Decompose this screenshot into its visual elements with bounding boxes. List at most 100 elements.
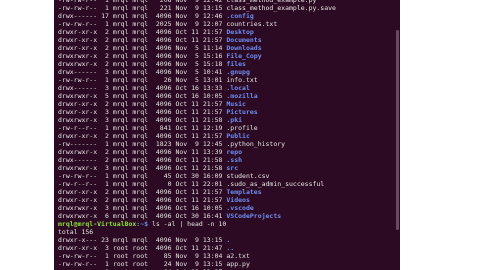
day: 9 (191, 140, 199, 148)
directory-name: Desktop (226, 28, 254, 36)
day: 11 (191, 244, 199, 252)
owner: mrql (112, 108, 129, 116)
listing-line: drwx------ 3 mrql mrql 4096 Oct 16 13:33… (58, 84, 388, 92)
listing-line: -rw-rw-r-- 1 mrql mrql 221 Nov 9 13:15 c… (58, 4, 388, 12)
time: 21:57 (202, 196, 223, 204)
directory-name: .gnupg (226, 68, 250, 76)
file-size: 4096 (151, 156, 172, 164)
link-count: 1 (101, 252, 109, 260)
time: 10:05 (202, 92, 223, 100)
link-count: 5 (101, 92, 109, 100)
link-count: 3 (101, 116, 109, 124)
day: 16 (191, 92, 199, 100)
link-count: 1 (101, 260, 109, 268)
permissions: drwxrwxr-x (58, 148, 98, 156)
owner: mrql (112, 188, 129, 196)
permissions: -rw-rw-r-- (58, 20, 98, 28)
time: 13:15 (202, 4, 223, 12)
prompt-command: ls -al | head -n 10 (148, 220, 227, 228)
link-count: 3 (101, 68, 109, 76)
prompt-line: mrql@mrql-VirtualBox:~$ ls -al | head -n… (58, 220, 388, 228)
listing-line: drwxrwxr-x 3 mrql mrql 4096 Oct 11 21:58… (58, 164, 388, 172)
file-name: app.py (226, 260, 250, 268)
time: 10:05 (202, 204, 223, 212)
link-count: 1 (101, 180, 109, 188)
permissions: drwxr-xr-x (58, 36, 98, 44)
time: 21:57 (202, 188, 223, 196)
file-name: .profile (226, 124, 258, 132)
month: Oct (175, 92, 188, 100)
day: 11 (191, 132, 199, 140)
file-size: 4096 (151, 188, 172, 196)
time: 13:04 (202, 252, 223, 260)
permissions: drwxrwxr-x (58, 204, 98, 212)
directory-name: files (226, 60, 246, 68)
time: 15:16 (202, 52, 223, 60)
day: 11 (191, 148, 199, 156)
owner: mrql (112, 180, 129, 188)
day: 9 (191, 236, 199, 244)
directory-name: .ssh (226, 156, 243, 164)
directory-name: .pki (226, 116, 243, 124)
directory-name: File_Copy (226, 52, 262, 60)
listing-line: drwxrwxr-x 6 mrql mrql 4096 Oct 30 16:41… (58, 212, 388, 220)
month: Nov (175, 4, 188, 12)
terminal-scrollbar[interactable] (396, 30, 399, 230)
file-size: 0 (151, 180, 172, 188)
owner: mrql (112, 84, 129, 92)
listing-line: drwxr-xr-x 2 mrql mrql 4096 Oct 11 21:57… (58, 132, 388, 140)
link-count: 6 (101, 212, 109, 220)
month: Oct (175, 212, 188, 220)
permissions: -rw-r--r-- (58, 180, 98, 188)
month: Oct (175, 180, 188, 188)
permissions: drwxrwxr-x (58, 52, 98, 60)
time: 21:58 (202, 156, 223, 164)
day: 11 (191, 188, 199, 196)
time: 13:15 (202, 236, 223, 244)
directory-name: Pictures (226, 108, 258, 116)
month: Oct (175, 244, 188, 252)
listing-line: -rw------- 1 mrql mrql 1823 Nov 9 12:45 … (58, 140, 388, 148)
file-size: 841 (151, 124, 172, 132)
owner: mrql (112, 236, 129, 244)
owner: mrql (112, 28, 129, 36)
link-count: 1 (101, 124, 109, 132)
month: Oct (175, 188, 188, 196)
file-size: 4096 (151, 100, 172, 108)
directory-name: Public (226, 132, 250, 140)
time: 12:46 (202, 12, 223, 20)
permissions: drwxrwxr-x (58, 164, 98, 172)
terminal-window[interactable]: -rw-rw-r-- 1 mrql mrql 208 Nov 9 12:42 c… (54, 0, 400, 270)
listing-line: drwxr-xr-x 2 mrql mrql 4096 Nov 5 11:14 … (58, 44, 388, 52)
permissions: drwxr-xr-x (58, 108, 98, 116)
permissions: drwxr-xr-x (58, 100, 98, 108)
time: 21:58 (202, 116, 223, 124)
listing-line: drwxr-xr-x 2 mrql mrql 4096 Oct 11 21:57… (58, 196, 388, 204)
file-size: 45 (151, 172, 172, 180)
owner: mrql (112, 140, 129, 148)
month: Nov (175, 260, 188, 268)
permissions: drwxr-xr-x (58, 196, 98, 204)
day: 11 (191, 36, 199, 44)
listing-line: drwxrwxr-x 3 mrql mrql 4096 Oct 11 21:58… (58, 116, 388, 124)
group: mrql (132, 116, 149, 124)
screen: -rw-rw-r-- 1 mrql mrql 208 Nov 9 12:42 c… (0, 0, 480, 270)
month: Nov (175, 68, 188, 76)
link-count: 2 (101, 156, 109, 164)
month: Nov (175, 12, 188, 20)
day: 30 (191, 212, 199, 220)
directory-name: Videos (226, 196, 250, 204)
file-size: 4096 (151, 164, 172, 172)
day: 30 (191, 172, 199, 180)
listing-line: -rw-rw-r-- 1 root root 85 Nov 9 13:04 a2… (58, 252, 388, 260)
listing-line: drwxrwxr-x 5 mrql mrql 4096 Oct 16 10:05… (58, 92, 388, 100)
permissions: drwx------ (58, 68, 98, 76)
file-size: 26 (151, 76, 172, 84)
time: 10:41 (202, 68, 223, 76)
owner: mrql (112, 92, 129, 100)
link-count: 3 (101, 108, 109, 116)
link-count: 2 (101, 100, 109, 108)
listing-line: drwxrwxr-x 2 mrql mrql 4096 Nov 11 13:39… (58, 148, 388, 156)
owner: mrql (112, 20, 129, 28)
file-size: 4096 (151, 116, 172, 124)
